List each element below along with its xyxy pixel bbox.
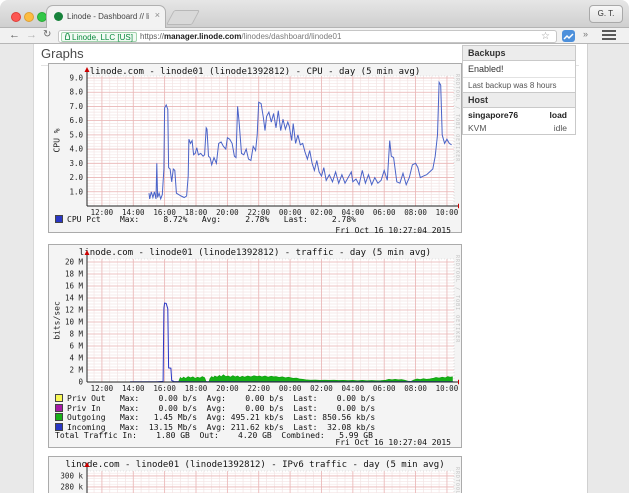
- svg-text:20:00: 20:00: [216, 384, 239, 393]
- ipv6-graph-panel: linode.com - linode01 (linode1392812) - …: [48, 456, 462, 493]
- svg-text:6 M: 6 M: [69, 342, 83, 351]
- address-bar[interactable]: Linode, LLC [US] https://manager.linode.c…: [58, 29, 557, 43]
- traffic-chart-legend: Priv Out Max: 0.00 b/s Avg: 0.00 b/s Las…: [55, 394, 375, 441]
- svg-text:5.0: 5.0: [69, 130, 83, 139]
- traffic-graph-panel: linode.com - linode01 (linode1392812) - …: [48, 244, 462, 448]
- svg-text:0: 0: [78, 378, 83, 387]
- legend-row: CPU Pct Max: 8.72% Avg: 2.78% Last: 2.78…: [55, 215, 356, 225]
- window-minimize-button[interactable]: [24, 12, 34, 22]
- browser-titlebar[interactable]: Linode - Dashboard // lino × G. T.: [0, 0, 629, 28]
- svg-text:8.0: 8.0: [69, 88, 83, 97]
- svg-text:1.0: 1.0: [69, 187, 83, 196]
- url-domain: manager.linode.com: [163, 31, 242, 41]
- tab-close-icon[interactable]: ×: [155, 11, 160, 20]
- svg-text:6.0: 6.0: [69, 116, 83, 125]
- extension-icon[interactable]: [562, 29, 575, 42]
- host-row: singapore76 load: [463, 108, 575, 121]
- svg-text:14:00: 14:00: [122, 384, 145, 393]
- host-load-label: load: [549, 109, 567, 120]
- svg-text:10:00: 10:00: [436, 384, 459, 393]
- svg-text:10:00: 10:00: [436, 208, 459, 217]
- reload-button[interactable]: ↻: [43, 28, 51, 42]
- rrdtool-watermark: RRDTOOL / TOBI OETIKER: [454, 467, 460, 493]
- svg-text:14 M: 14 M: [65, 294, 84, 303]
- legend-row: Outgoing Max: 1.45 Mb/s Avg: 495.21 kb/s…: [55, 413, 375, 423]
- legend-row: Priv In Max: 0.00 b/s Avg: 0.00 b/s Last…: [55, 403, 375, 414]
- svg-text:06:00: 06:00: [373, 384, 396, 393]
- linode-favicon: [54, 12, 63, 21]
- svg-text:4.0: 4.0: [69, 145, 83, 154]
- host-name: singapore76: [468, 109, 519, 120]
- browser-tab[interactable]: Linode - Dashboard // lino ×: [46, 5, 166, 28]
- ev-certificate-badge[interactable]: Linode, LLC [US]: [61, 31, 137, 42]
- legend-swatch: [55, 403, 63, 412]
- svg-text:8 M: 8 M: [69, 330, 83, 339]
- svg-text:4 M: 4 M: [69, 354, 83, 363]
- svg-text:3.0: 3.0: [69, 159, 83, 168]
- url-path: /linodes/dashboard/linode01: [241, 31, 342, 41]
- host-header: Host: [463, 93, 575, 108]
- browser-toolbar: ← → ↻ Linode, LLC [US] https://manager.li…: [0, 28, 629, 44]
- forward-button[interactable]: →: [26, 28, 37, 42]
- cpu-graph-panel: linode.com - linode01 (linode1392812) - …: [48, 63, 462, 235]
- page-viewport: Graphs linode.com - linode01 (linode1392…: [0, 44, 629, 493]
- svg-text:02:00: 02:00: [310, 384, 333, 393]
- host-row: KVM idle: [463, 121, 575, 134]
- ipv6-chart-canvas: 300 k280 k12:0014:0016:0018:0020:0022:00…: [60, 462, 455, 493]
- svg-text:04:00: 04:00: [342, 384, 365, 393]
- legend-swatch: [55, 413, 63, 421]
- browser-window: Linode - Dashboard // lino × G. T. ← → ↻…: [0, 0, 629, 493]
- rrdtool-watermark: RRDTOOL / TOBI OETIKER: [454, 74, 460, 163]
- legend-total-row: Total Traffic In: 1.80 GB Out: 4.20 GB C…: [55, 431, 373, 440]
- page-content: Graphs linode.com - linode01 (linode1392…: [33, 44, 588, 493]
- window-close-button[interactable]: [11, 12, 21, 22]
- host-box: Host singapore76 load KVM idle: [462, 92, 576, 135]
- svg-text:20 M: 20 M: [65, 258, 84, 267]
- svg-text:08:00: 08:00: [404, 384, 427, 393]
- svg-text:9.0: 9.0: [69, 73, 83, 82]
- svg-text:18:00: 18:00: [185, 384, 208, 393]
- menu-hamburger-button[interactable]: [602, 30, 616, 40]
- url-scheme: https://: [139, 31, 164, 41]
- svg-text:06:00: 06:00: [373, 208, 396, 217]
- traffic-y-axis-label: bits/sec: [52, 301, 62, 340]
- cpu-chart-legend: CPU Pct Max: 8.72% Avg: 2.78% Last: 2.78…: [55, 215, 356, 225]
- profile-button[interactable]: G. T.: [589, 5, 623, 23]
- svg-text:08:00: 08:00: [404, 208, 427, 217]
- legend-swatch: [55, 215, 63, 223]
- backups-header: Backups: [463, 46, 575, 61]
- svg-text:280 k: 280 k: [60, 482, 83, 491]
- padlock-icon: [65, 32, 70, 40]
- rrdtool-watermark: RRDTOOL / TOBI OETIKER: [454, 255, 460, 344]
- host-load-value: idle: [553, 122, 567, 133]
- svg-text:300 k: 300 k: [60, 471, 83, 480]
- svg-text:22:00: 22:00: [247, 384, 270, 393]
- host-virt-type: KVM: [468, 122, 487, 133]
- svg-text:2 M: 2 M: [69, 366, 83, 375]
- cpu-chart-canvas: 1.02.03.04.05.06.07.08.09.012:00 14:00 16:…: [69, 67, 459, 217]
- svg-text:16:00: 16:00: [153, 384, 176, 393]
- svg-text:10 M: 10 M: [65, 318, 84, 327]
- svg-text:2.0: 2.0: [69, 173, 83, 182]
- svg-text:12 M: 12 M: [65, 306, 84, 315]
- svg-text:00:00: 00:00: [279, 384, 302, 393]
- backups-status: Enabled!: [463, 61, 575, 78]
- traffic-chart-timestamp: Fri Oct 16 10:27:04 2015: [335, 438, 451, 447]
- legend-swatch: [55, 422, 63, 431]
- svg-text:12:00: 12:00: [91, 384, 114, 393]
- cpu-y-axis-label: CPU %: [52, 128, 62, 153]
- back-button[interactable]: ←: [9, 28, 20, 42]
- svg-text:16 M: 16 M: [65, 282, 84, 291]
- bookmark-star-icon[interactable]: ☆: [541, 31, 550, 42]
- legend-swatch: [55, 394, 63, 402]
- cpu-chart-timestamp: Fri Oct 16 10:27:04 2015: [335, 226, 451, 235]
- svg-text:18 M: 18 M: [65, 270, 84, 279]
- svg-text:7.0: 7.0: [69, 102, 83, 111]
- legend-row: Priv Out Max: 0.00 b/s Avg: 0.00 b/s Las…: [55, 394, 375, 404]
- new-tab-button[interactable]: [166, 10, 200, 25]
- overflow-chevron-icon[interactable]: »: [583, 29, 588, 39]
- tab-title: Linode - Dashboard // lino: [67, 12, 149, 21]
